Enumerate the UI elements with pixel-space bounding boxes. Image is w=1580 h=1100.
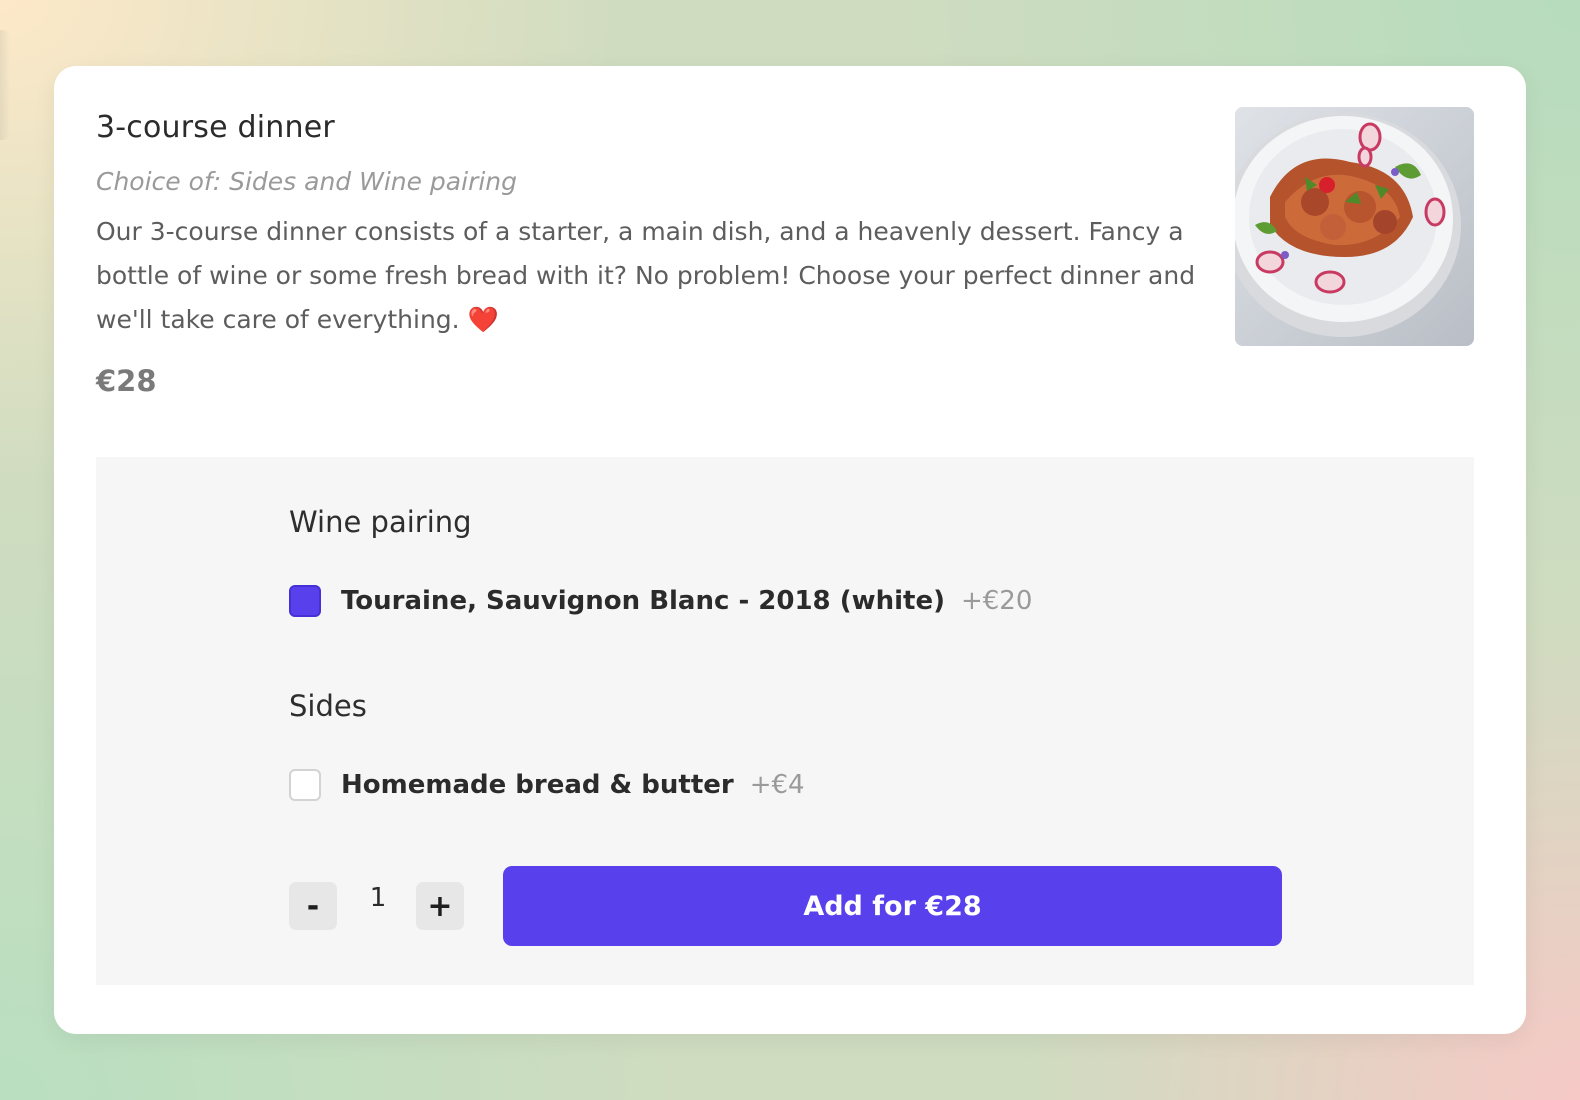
- quantity-value: 1: [369, 883, 387, 913]
- product-subtitle: Choice of: Sides and Wine pairing: [96, 167, 518, 196]
- wine-option-price: +€20: [960, 586, 1033, 616]
- bread-option-label: Homemade bread & butter: [341, 770, 734, 800]
- product-price: €28: [96, 364, 157, 398]
- dish-illustration: [1235, 107, 1474, 346]
- decrement-button[interactable]: -: [289, 882, 337, 930]
- wine-option-label: Touraine, Sauvignon Blanc - 2018 (white): [341, 586, 945, 616]
- wine-pairing-heading: Wine pairing: [289, 505, 472, 539]
- product-description: Our 3-course dinner consists of a starte…: [96, 210, 1196, 342]
- product-title: 3-course dinner: [96, 110, 335, 145]
- bread-option-price: +€4: [749, 770, 805, 800]
- sides-heading: Sides: [289, 689, 367, 723]
- heart-icon: ❤️: [467, 305, 499, 334]
- description-text: Our 3-course dinner consists of a starte…: [96, 217, 1196, 334]
- window-edge: [0, 30, 10, 140]
- product-card: 3-course dinner Choice of: Sides and Win…: [54, 66, 1526, 1034]
- increment-button[interactable]: +: [416, 882, 464, 930]
- wine-checkbox[interactable]: [289, 585, 321, 617]
- product-image: [1235, 107, 1474, 346]
- wine-option[interactable]: Touraine, Sauvignon Blanc - 2018 (white)…: [289, 584, 1032, 618]
- bread-checkbox[interactable]: [289, 769, 321, 801]
- bread-option[interactable]: Homemade bread & butter +€4: [289, 768, 805, 802]
- add-to-order-button[interactable]: Add for €28: [503, 866, 1282, 946]
- product-header: 3-course dinner Choice of: Sides and Win…: [96, 110, 1196, 398]
- options-panel: Wine pairing Touraine, Sauvignon Blanc -…: [96, 457, 1474, 985]
